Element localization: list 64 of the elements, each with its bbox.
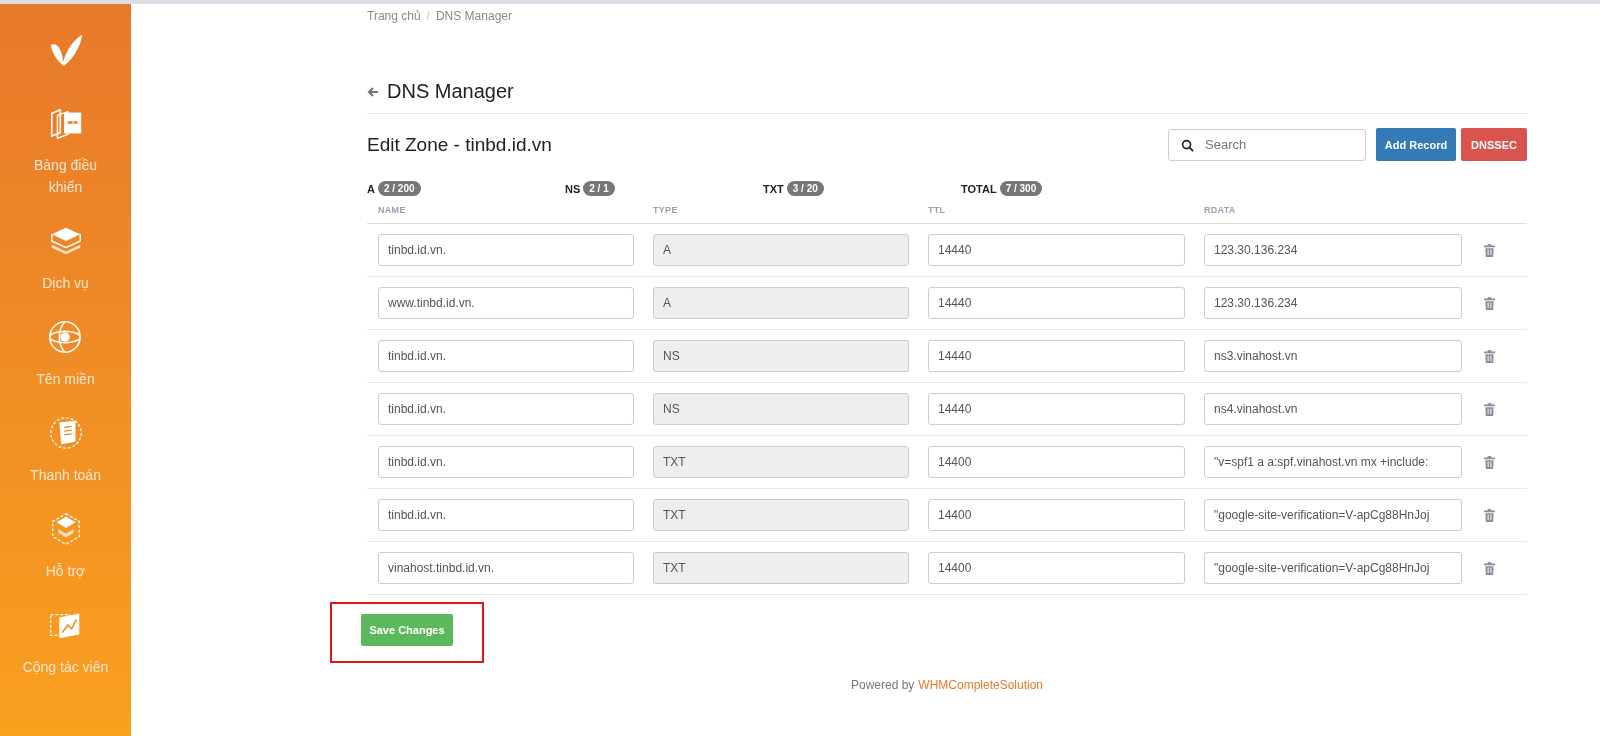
delete-button[interactable] <box>1483 455 1495 469</box>
trash-icon <box>1483 561 1495 575</box>
footer-text: Powered by <box>850 678 915 692</box>
input-field[interactable]: tinbd.id.vn. <box>378 393 634 425</box>
delete-button[interactable] <box>1483 243 1495 257</box>
input-field[interactable]: ns3.vinahost.vn <box>1204 340 1462 372</box>
trash-icon <box>1483 402 1495 416</box>
input-field[interactable]: tinbd.id.vn. <box>378 234 634 266</box>
count-label: TXT <box>763 182 784 195</box>
delete-button[interactable] <box>1483 349 1495 363</box>
type-field[interactable]: NS <box>653 340 909 372</box>
search-field[interactable]: Search <box>1168 128 1366 161</box>
input-field[interactable]: 123.30.136.234 <box>1204 287 1462 319</box>
type-field[interactable]: A <box>653 287 909 319</box>
count-badge: 2 / 200 <box>377 181 421 196</box>
input-field[interactable]: 14440 <box>928 393 1185 425</box>
input-field[interactable]: tinbd.id.vn. <box>378 340 634 372</box>
count-label: TOTAL <box>961 182 997 195</box>
delete-button[interactable] <box>1483 561 1495 575</box>
trash-icon <box>1483 349 1495 363</box>
type-field[interactable]: A <box>653 234 909 266</box>
input-field[interactable]: 14400 <box>928 499 1185 531</box>
delete-button[interactable] <box>1483 402 1495 416</box>
trash-icon <box>1483 243 1495 257</box>
column-header: NAME <box>378 204 407 215</box>
type-field[interactable]: NS <box>653 393 909 425</box>
column-header: TTL <box>928 204 947 215</box>
breadcrumb-link[interactable]: Trang chủ <box>367 9 421 29</box>
input-field[interactable]: www.tinbd.id.vn. <box>378 287 634 319</box>
delete-button[interactable] <box>1483 296 1495 310</box>
breadcrumb-separator: / <box>426 9 430 25</box>
input-field[interactable]: tinbd.id.vn. <box>378 446 634 478</box>
page-title: DNS Manager <box>387 80 514 103</box>
delete-button[interactable] <box>1483 508 1495 522</box>
count-label: NS <box>565 182 581 195</box>
input-field[interactable]: 14400 <box>928 446 1185 478</box>
breadcrumb-link[interactable]: DNS Manager <box>435 9 512 29</box>
type-field[interactable]: TXT <box>653 499 909 531</box>
input-field[interactable]: "google-site-verification=V-apCg88HnJoj <box>1204 552 1462 584</box>
column-header: RDATA <box>1204 204 1237 215</box>
type-field[interactable]: TXT <box>653 552 909 584</box>
input-field[interactable]: 14440 <box>928 234 1185 266</box>
dnssec-button[interactable]: DNSSEC <box>1461 128 1527 161</box>
count-label: A <box>367 182 375 195</box>
trash-icon <box>1483 296 1495 310</box>
count-badge: 2 / 1 <box>583 181 615 196</box>
input-field[interactable]: 14440 <box>928 287 1185 319</box>
input-field[interactable]: ns4.vinahost.vn <box>1204 393 1462 425</box>
input-field[interactable]: 123.30.136.234 <box>1204 234 1462 266</box>
column-header: TYPE <box>653 204 679 215</box>
type-field[interactable]: TXT <box>653 446 909 478</box>
back-arrow-icon[interactable] <box>367 85 379 98</box>
input-field[interactable]: tinbd.id.vn. <box>378 499 634 531</box>
trash-icon <box>1483 508 1495 522</box>
zone-title: Edit Zone - tinbd.id.vn <box>367 133 552 156</box>
count-badge: 7 / 300 <box>999 181 1043 196</box>
trash-icon <box>1483 455 1495 469</box>
input-field[interactable]: "v=spf1 a a:spf.vinahost.vn mx +include: <box>1204 446 1462 478</box>
input-field[interactable]: 14400 <box>928 552 1185 584</box>
count-badge: 3 / 20 <box>786 181 824 196</box>
input-field[interactable]: "google-site-verification=V-apCg88HnJoj <box>1204 499 1462 531</box>
input-field[interactable]: 14440 <box>928 340 1185 372</box>
add-record-button[interactable]: Add Record <box>1376 128 1456 161</box>
input-field[interactable]: vinahost.tinbd.id.vn. <box>378 552 634 584</box>
